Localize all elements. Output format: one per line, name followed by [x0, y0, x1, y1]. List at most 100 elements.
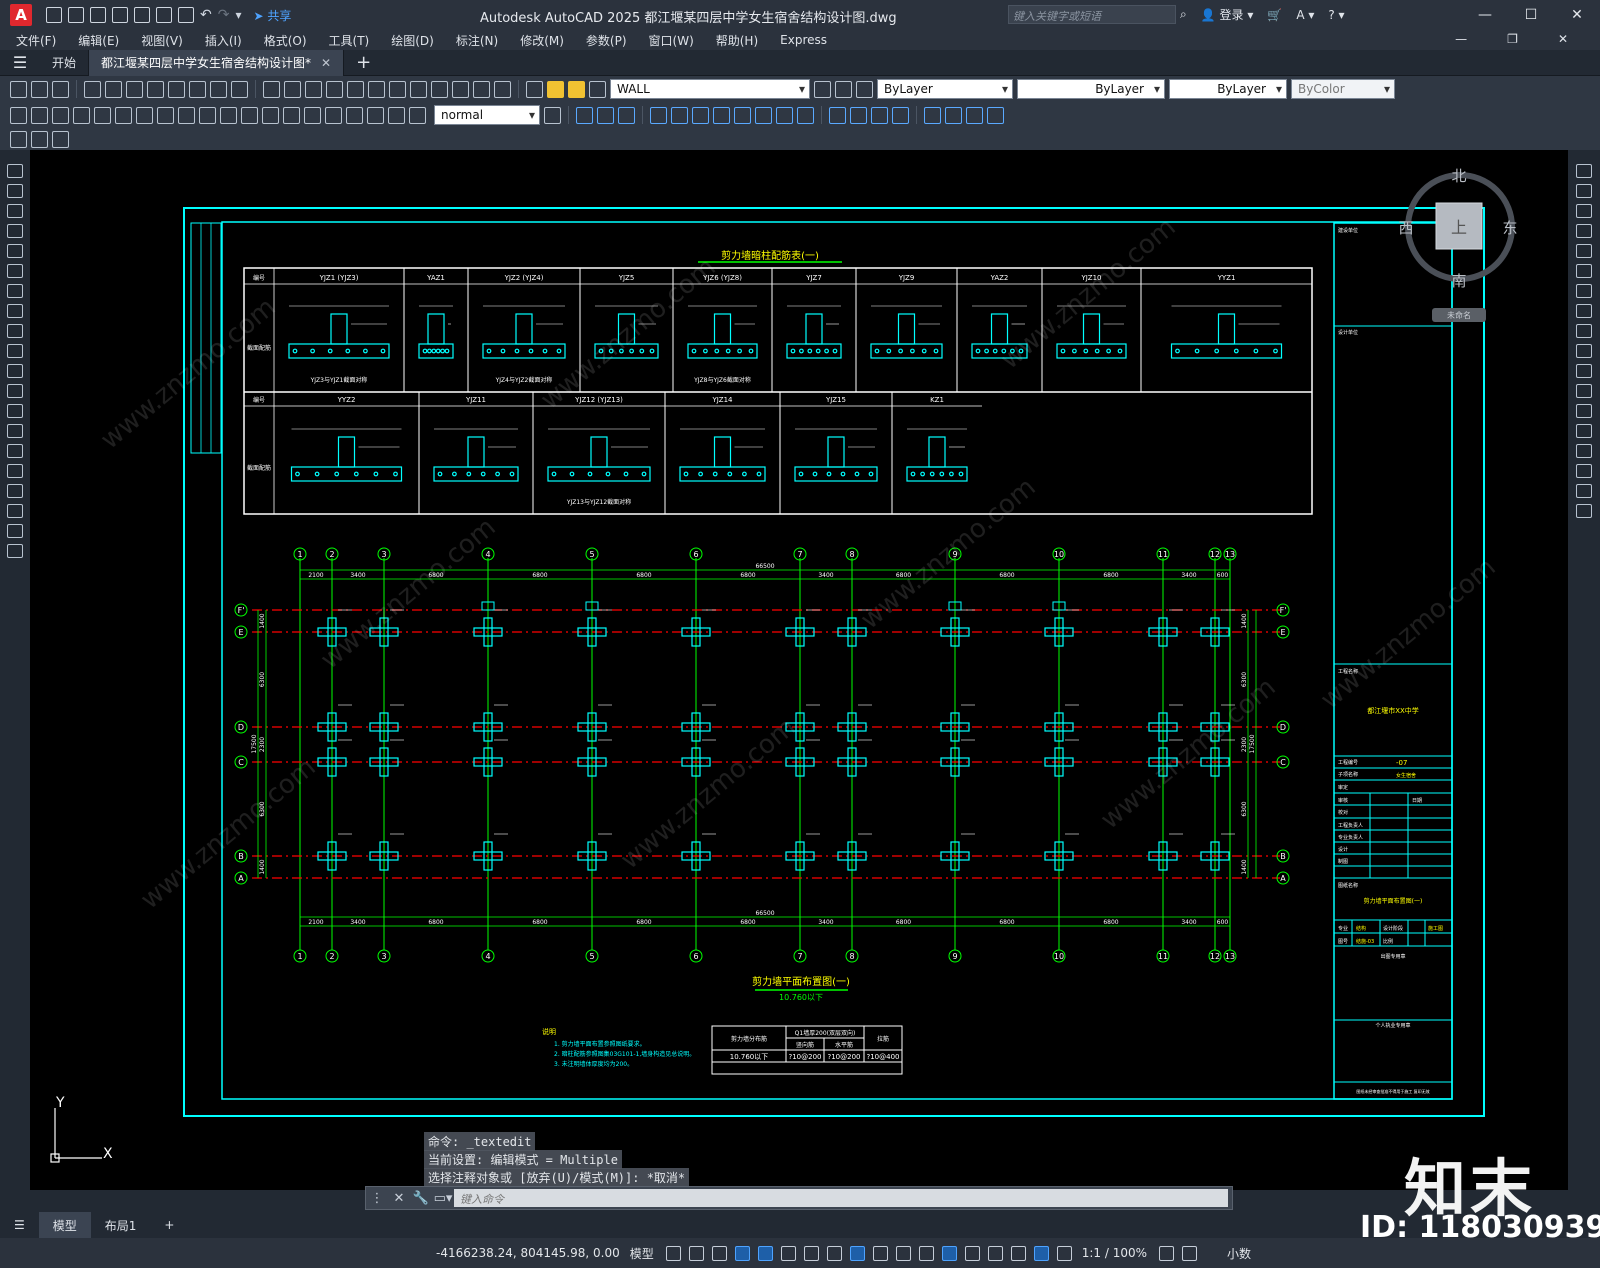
grip-handle-icon[interactable]: ⋮ [366, 1191, 388, 1206]
save-as-icon[interactable] [112, 7, 128, 23]
tool-palettes-icon[interactable] [431, 80, 448, 98]
revolve-icon[interactable] [671, 106, 688, 124]
layer-properties-icon[interactable] [526, 80, 543, 98]
match-properties-icon[interactable] [231, 80, 248, 98]
layer-on-icon[interactable] [547, 80, 564, 98]
dim-break-icon[interactable] [262, 106, 279, 124]
join-icon[interactable] [1576, 424, 1592, 438]
jogged-linear-icon[interactable] [346, 106, 363, 124]
plot-icon[interactable] [178, 7, 194, 23]
viewcube-east[interactable]: 东 [1502, 219, 1517, 237]
add-selected-icon[interactable] [7, 544, 23, 558]
maximize-button[interactable]: ☐ [1508, 0, 1554, 30]
rectangle-icon[interactable] [7, 244, 23, 258]
save-web-icon[interactable] [156, 7, 172, 23]
object-snap-tracking-icon[interactable] [826, 1245, 842, 1261]
workspace-gear-icon[interactable] [1159, 1245, 1175, 1261]
baseline-icon[interactable] [199, 106, 216, 124]
annotation-visibility-icon[interactable] [1033, 1245, 1049, 1261]
isometric-icon[interactable] [803, 1245, 819, 1261]
center-mark-icon[interactable] [304, 106, 321, 124]
menu-format[interactable]: 格式(O) [264, 32, 307, 49]
viewcube-south[interactable]: 南 [1451, 272, 1466, 290]
ucs-origin-icon[interactable] [966, 106, 983, 124]
dynamic-ucs-icon[interactable] [964, 1245, 980, 1261]
dimstyle-dropdown[interactable]: normal [434, 105, 540, 125]
share-button[interactable]: ➤ 共享 [254, 7, 292, 24]
radius-icon[interactable] [94, 106, 111, 124]
menu-draw[interactable]: 绘图(D) [391, 32, 434, 49]
aligned-dim-icon[interactable] [31, 106, 48, 124]
calculator-icon[interactable] [473, 80, 490, 98]
arc-icon[interactable] [7, 264, 23, 278]
mtext-icon[interactable] [7, 524, 23, 538]
model-space-button[interactable]: 模型 [630, 1245, 654, 1262]
layer-dropdown[interactable]: WALL [610, 79, 810, 99]
search-input[interactable]: 键入关键字或短语 [1008, 5, 1176, 24]
ellipse-arc-icon[interactable] [7, 364, 23, 378]
view-top-icon[interactable] [850, 106, 867, 124]
help-icon[interactable]: ? ▾ [1328, 8, 1344, 22]
redo-icon[interactable]: ↷ [218, 7, 230, 23]
zoom-previous-icon[interactable] [368, 80, 385, 98]
layer-freeze-icon[interactable] [568, 80, 585, 98]
color-dropdown[interactable]: ByLayer [877, 79, 1013, 99]
infer-constraints-icon[interactable] [711, 1245, 727, 1261]
erase-icon[interactable] [1576, 164, 1592, 178]
revision-cloud-icon[interactable] [7, 304, 23, 318]
linetype-dropdown[interactable]: ByLayer [1017, 79, 1165, 99]
presspull-icon[interactable] [734, 106, 751, 124]
menu-help[interactable]: 帮助(H) [716, 32, 758, 49]
publish-icon[interactable] [126, 80, 143, 98]
units-selector[interactable]: 小数 [1227, 1245, 1251, 1262]
recent-commands-icon[interactable]: ▭▾ [432, 1191, 454, 1206]
3d-osnap-icon[interactable] [941, 1245, 957, 1261]
hatch-icon[interactable] [7, 444, 23, 458]
open-icon[interactable] [68, 7, 84, 23]
spline-icon[interactable] [7, 324, 23, 338]
paste-icon[interactable] [210, 80, 227, 98]
auto-scale-icon[interactable] [1056, 1245, 1072, 1261]
mirror-icon[interactable] [1576, 204, 1592, 218]
menu-edit[interactable]: 编辑(E) [78, 32, 119, 49]
add-layout-icon[interactable]: + [150, 1212, 188, 1238]
menu-parametric[interactable]: 参数(P) [586, 32, 627, 49]
new-tab-icon[interactable]: + [356, 52, 371, 73]
login-button[interactable]: 👤 登录 ▾ [1201, 6, 1254, 23]
inspection-icon[interactable] [325, 106, 342, 124]
save-icon[interactable] [90, 7, 106, 23]
save-icon[interactable] [52, 80, 69, 98]
hamburger-menu-icon[interactable]: ☰ [0, 53, 40, 72]
jogged-icon[interactable] [115, 106, 132, 124]
close-button[interactable]: ✕ [1554, 0, 1600, 30]
explode-icon[interactable] [1576, 504, 1592, 518]
open-web-icon[interactable] [134, 7, 150, 23]
continue-icon[interactable] [220, 106, 237, 124]
tab-close-icon[interactable]: ✕ [321, 56, 331, 70]
new-icon[interactable] [46, 7, 62, 23]
layer-previous-icon[interactable] [835, 80, 852, 98]
region-icon[interactable] [7, 484, 23, 498]
break-icon[interactable] [1576, 404, 1592, 418]
grid-icon[interactable] [665, 1245, 681, 1261]
gradient-icon[interactable] [7, 464, 23, 478]
loft-icon[interactable] [713, 106, 730, 124]
menu-insert[interactable]: 插入(I) [205, 32, 242, 49]
ortho-icon[interactable] [757, 1245, 773, 1261]
extrude-icon[interactable] [650, 106, 667, 124]
view-front-icon[interactable] [829, 106, 846, 124]
stretch-icon[interactable] [1576, 324, 1592, 338]
menu-window[interactable]: 窗口(W) [649, 32, 694, 49]
redo-icon[interactable] [284, 80, 301, 98]
make-current-layer-icon[interactable] [814, 80, 831, 98]
point-icon[interactable] [7, 424, 23, 438]
dim-style-icon[interactable] [544, 106, 561, 124]
dim-text-edit-icon[interactable] [388, 106, 405, 124]
subtract-icon[interactable] [776, 106, 793, 124]
sheet-set-icon[interactable] [452, 80, 469, 98]
tab-layout1[interactable]: 布局1 [91, 1212, 151, 1238]
customize-icon[interactable]: 🔧 [410, 1191, 432, 1206]
plot-preview-icon[interactable] [105, 80, 122, 98]
dynamic-input-icon[interactable] [734, 1245, 750, 1261]
cut-icon[interactable] [168, 80, 185, 98]
